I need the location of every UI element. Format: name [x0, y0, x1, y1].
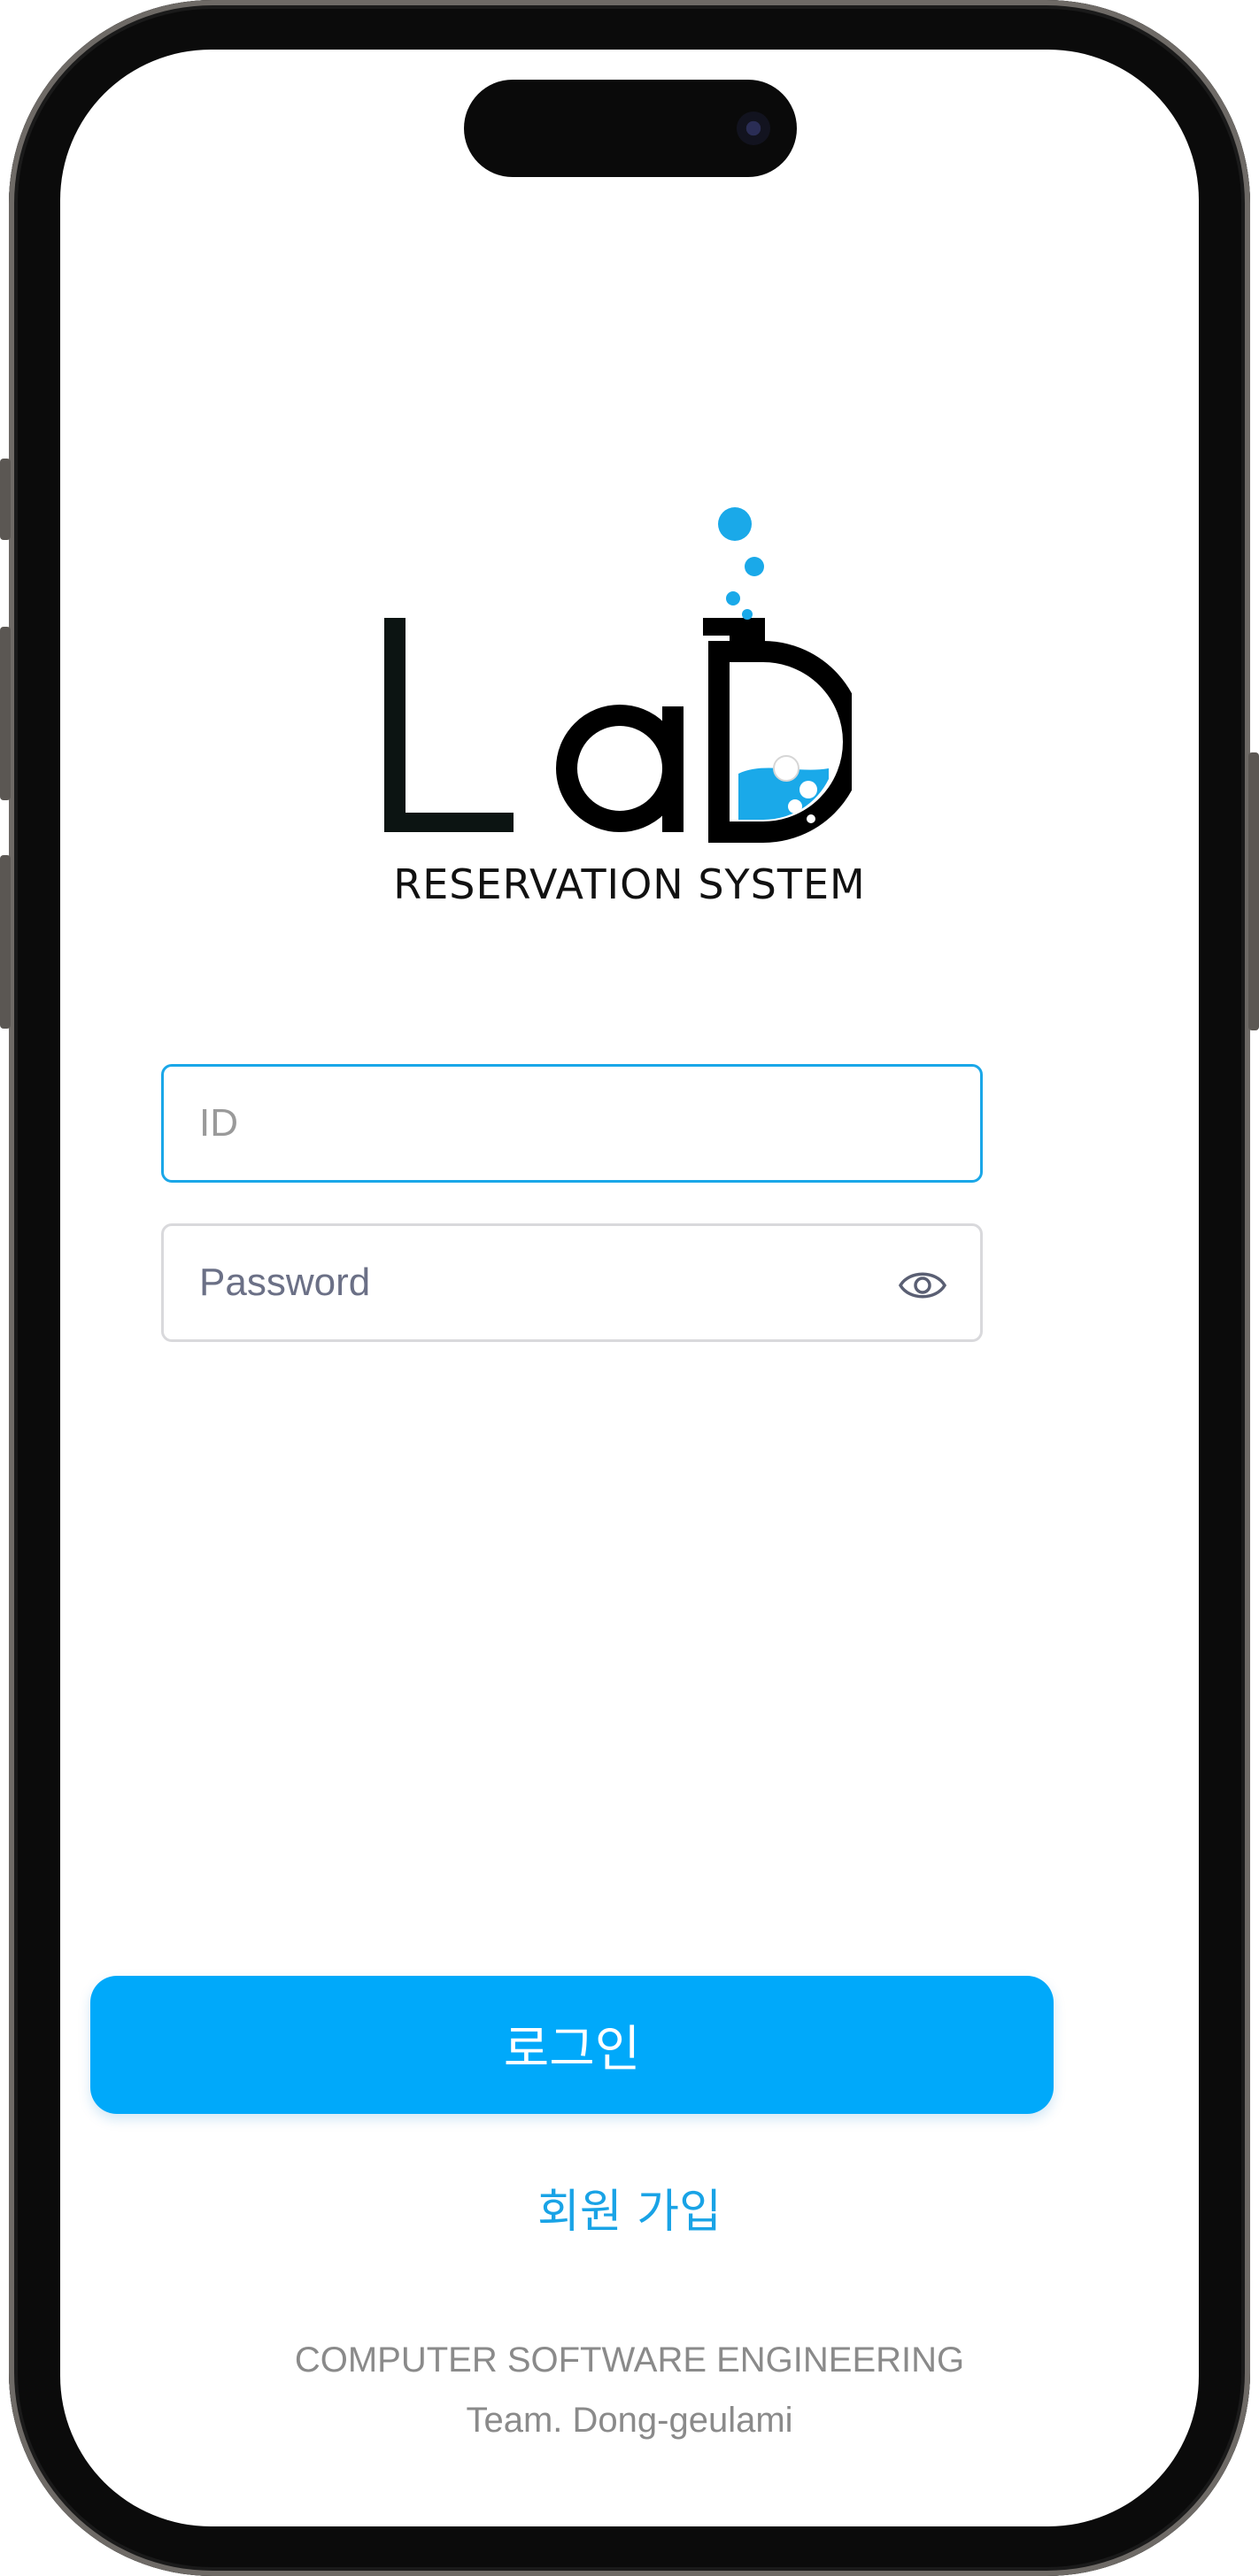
eye-icon[interactable]	[897, 1261, 948, 1309]
camera-icon	[737, 112, 770, 145]
signup-link[interactable]: 회원 가입	[0, 2174, 1259, 2241]
dynamic-island	[464, 80, 797, 177]
password-field-container	[161, 1223, 983, 1342]
id-input[interactable]	[164, 1067, 980, 1180]
footer-department: COMPUTER SOFTWARE ENGINEERING	[294, 2341, 965, 2379]
volume-up-button	[0, 627, 11, 800]
logo-tagline: RESERVATION SYSTEM	[393, 860, 866, 908]
lab-logo	[384, 507, 852, 843]
login-button[interactable]: 로그인	[90, 1976, 1054, 2114]
footer-team: Team. Dong-geulami	[466, 2401, 793, 2440]
password-input[interactable]	[164, 1226, 980, 1339]
id-field-container	[161, 1064, 983, 1183]
action-button	[0, 459, 11, 540]
